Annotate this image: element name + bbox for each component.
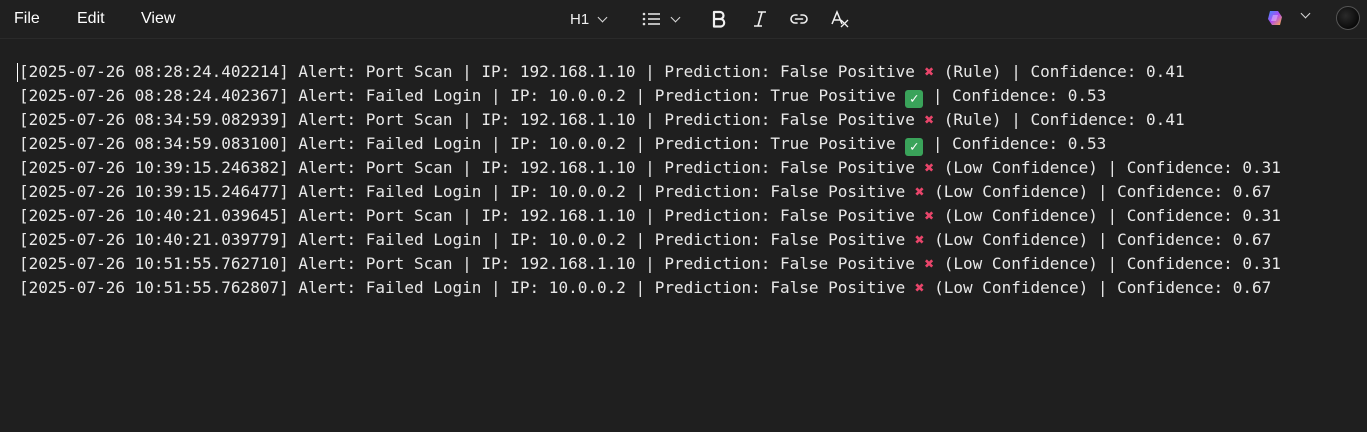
menu-bar: File Edit View H1 <box>0 0 1367 39</box>
check-mark-icon: ✓ <box>905 90 924 108</box>
log-rest: (Low Confidence) | Confidence: 0.31 <box>934 206 1281 225</box>
list-icon <box>642 12 660 26</box>
log-text: [2025-07-26 08:28:24.402367] Alert: Fail… <box>19 86 906 105</box>
heading-dropdown[interactable]: H1 <box>570 6 608 32</box>
cross-mark-icon: ✖ <box>924 206 935 225</box>
log-line: [2025-07-26 08:28:24.402214] Alert: Port… <box>19 60 1281 84</box>
log-rest: (Low Confidence) | Confidence: 0.67 <box>924 230 1272 249</box>
menu-view[interactable]: View <box>141 0 175 38</box>
list-dropdown[interactable] <box>642 6 681 32</box>
log-line: [2025-07-26 08:34:59.082939] Alert: Port… <box>19 108 1281 132</box>
italic-icon <box>754 11 766 27</box>
log-rest: | Confidence: 0.53 <box>923 134 1107 153</box>
avatar[interactable] <box>1336 6 1360 30</box>
log-content[interactable]: [2025-07-26 08:28:24.402214] Alert: Port… <box>19 60 1281 300</box>
log-rest: (Low Confidence) | Confidence: 0.31 <box>934 158 1281 177</box>
text-caret <box>17 63 18 82</box>
cross-mark-icon: ✖ <box>924 110 935 129</box>
chevron-down-icon <box>670 12 681 22</box>
log-rest: | Confidence: 0.53 <box>923 86 1107 105</box>
log-text: [2025-07-26 08:34:59.083100] Alert: Fail… <box>19 134 906 153</box>
bold-icon <box>712 10 726 28</box>
log-line: [2025-07-26 10:40:21.039779] Alert: Fail… <box>19 228 1281 252</box>
link-button[interactable] <box>789 6 809 32</box>
chevron-down-icon[interactable] <box>1300 8 1311 19</box>
log-line: [2025-07-26 10:39:15.246382] Alert: Port… <box>19 156 1281 180</box>
heading-label: H1 <box>570 10 590 28</box>
log-rest: (Low Confidence) | Confidence: 0.67 <box>924 182 1272 201</box>
copilot-icon[interactable] <box>1266 8 1286 28</box>
cross-mark-icon: ✖ <box>914 230 925 249</box>
text-editor[interactable]: [2025-07-26 08:28:24.402214] Alert: Port… <box>0 39 1367 432</box>
log-line: [2025-07-26 10:51:55.762710] Alert: Port… <box>19 252 1281 276</box>
bold-button[interactable] <box>711 6 727 32</box>
log-rest: (Rule) | Confidence: 0.41 <box>934 62 1185 81</box>
log-rest: (Low Confidence) | Confidence: 0.31 <box>934 254 1281 273</box>
chevron-down-icon <box>597 12 608 22</box>
menu-edit[interactable]: Edit <box>77 0 105 38</box>
cross-mark-icon: ✖ <box>924 62 935 81</box>
log-line: [2025-07-26 08:34:59.083100] Alert: Fail… <box>19 132 1281 156</box>
log-line: [2025-07-26 10:39:15.246477] Alert: Fail… <box>19 180 1281 204</box>
clear-format-button[interactable] <box>830 6 850 32</box>
log-text: [2025-07-26 10:39:15.246477] Alert: Fail… <box>19 182 915 201</box>
log-rest: (Rule) | Confidence: 0.41 <box>934 110 1185 129</box>
log-rest: (Low Confidence) | Confidence: 0.67 <box>924 278 1272 297</box>
log-text: [2025-07-26 10:40:21.039779] Alert: Fail… <box>19 230 915 249</box>
log-text: [2025-07-26 10:51:55.762807] Alert: Fail… <box>19 278 915 297</box>
italic-button[interactable] <box>752 6 768 32</box>
log-text: [2025-07-26 10:40:21.039645] Alert: Port… <box>19 206 925 225</box>
log-text: [2025-07-26 08:34:59.082939] Alert: Port… <box>19 110 925 129</box>
log-line: [2025-07-26 10:51:55.762807] Alert: Fail… <box>19 276 1281 300</box>
log-text: [2025-07-26 10:39:15.246382] Alert: Port… <box>19 158 925 177</box>
cross-mark-icon: ✖ <box>914 278 925 297</box>
cross-mark-icon: ✖ <box>924 254 935 273</box>
log-text: [2025-07-26 10:51:55.762710] Alert: Port… <box>19 254 925 273</box>
cross-mark-icon: ✖ <box>924 158 935 177</box>
cross-mark-icon: ✖ <box>914 182 925 201</box>
link-icon <box>790 14 808 24</box>
log-text: [2025-07-26 08:28:24.402214] Alert: Port… <box>19 62 925 81</box>
check-mark-icon: ✓ <box>905 138 924 156</box>
log-line: [2025-07-26 10:40:21.039645] Alert: Port… <box>19 204 1281 228</box>
clear-format-icon <box>831 10 849 28</box>
log-line: [2025-07-26 08:28:24.402367] Alert: Fail… <box>19 84 1281 108</box>
menu-file[interactable]: File <box>14 0 40 38</box>
